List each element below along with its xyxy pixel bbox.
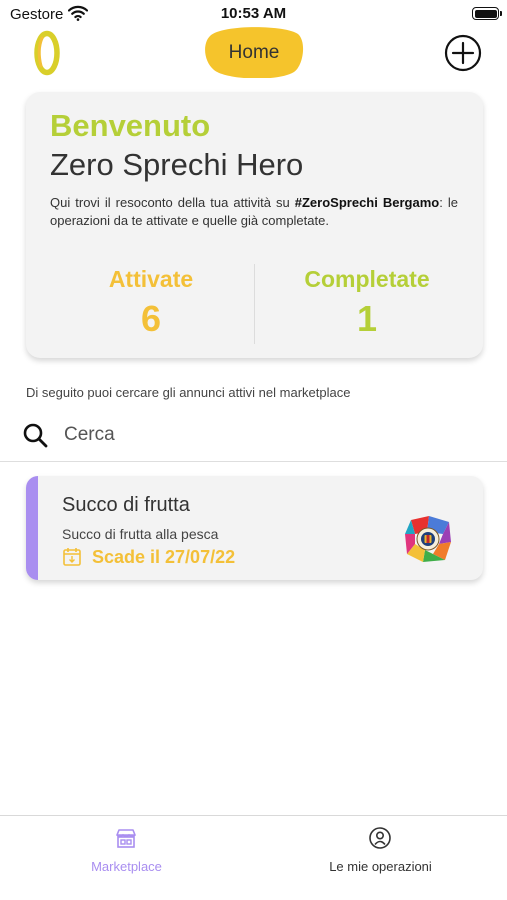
welcome-desc-hashtag: #ZeroSprechi Bergamo (294, 195, 440, 210)
tab-marketplace[interactable]: Marketplace (0, 816, 253, 900)
welcome-description: Qui trovi il resoconto della tua attivit… (50, 194, 458, 230)
search-bar (0, 412, 507, 462)
completed-label: Completate (304, 266, 430, 292)
listing-card[interactable]: Succo di frutta Succo di frutta alla pes… (26, 476, 483, 580)
user-circle-icon (369, 827, 391, 849)
tab-marketplace-label: Marketplace (91, 859, 162, 874)
listing-accent-bar (26, 476, 38, 580)
status-bar: Gestore 10:53 AM (0, 0, 507, 28)
welcome-card: Benvenuto Zero Sprechi Hero Qui trovi il… (26, 92, 483, 358)
welcome-subtitle: Zero Sprechi Hero (50, 147, 304, 182)
calendar-icon (63, 548, 81, 566)
tab-bar: Marketplace Le mie operazioni (0, 815, 507, 900)
expiry-text: Scade il 27/07/22 (92, 547, 236, 567)
search-input[interactable] (64, 422, 464, 448)
marketplace-hint: Di seguito puoi cercare gli annunci atti… (26, 385, 351, 400)
tab-le-mie-operazioni[interactable]: Le mie operazioni (254, 816, 507, 900)
listing-description: Succo di frutta alla pesca (62, 526, 219, 542)
search-icon[interactable] (22, 422, 48, 448)
completed-count: 1 (356, 298, 378, 339)
store-icon (116, 829, 136, 848)
shop-logo-icon (405, 516, 451, 562)
zero-logo-icon[interactable] (33, 30, 61, 76)
welcome-title: Benvenuto (50, 108, 211, 143)
stats-divider (254, 264, 255, 344)
activated-count: 6 (140, 298, 162, 339)
status-time: 10:53 AM (220, 5, 287, 22)
plus-circle-icon[interactable] (444, 34, 482, 72)
welcome-desc-part1: Qui trovi il resoconto della tua attivit… (50, 195, 295, 210)
listing-title: Succo di frutta (62, 494, 190, 516)
battery-icon (472, 7, 502, 20)
activated-label: Attivate (108, 266, 194, 292)
tab-operazioni-label: Le mie operazioni (329, 859, 432, 874)
home-label: Home (228, 42, 280, 63)
home-button[interactable]: Home (204, 26, 304, 78)
